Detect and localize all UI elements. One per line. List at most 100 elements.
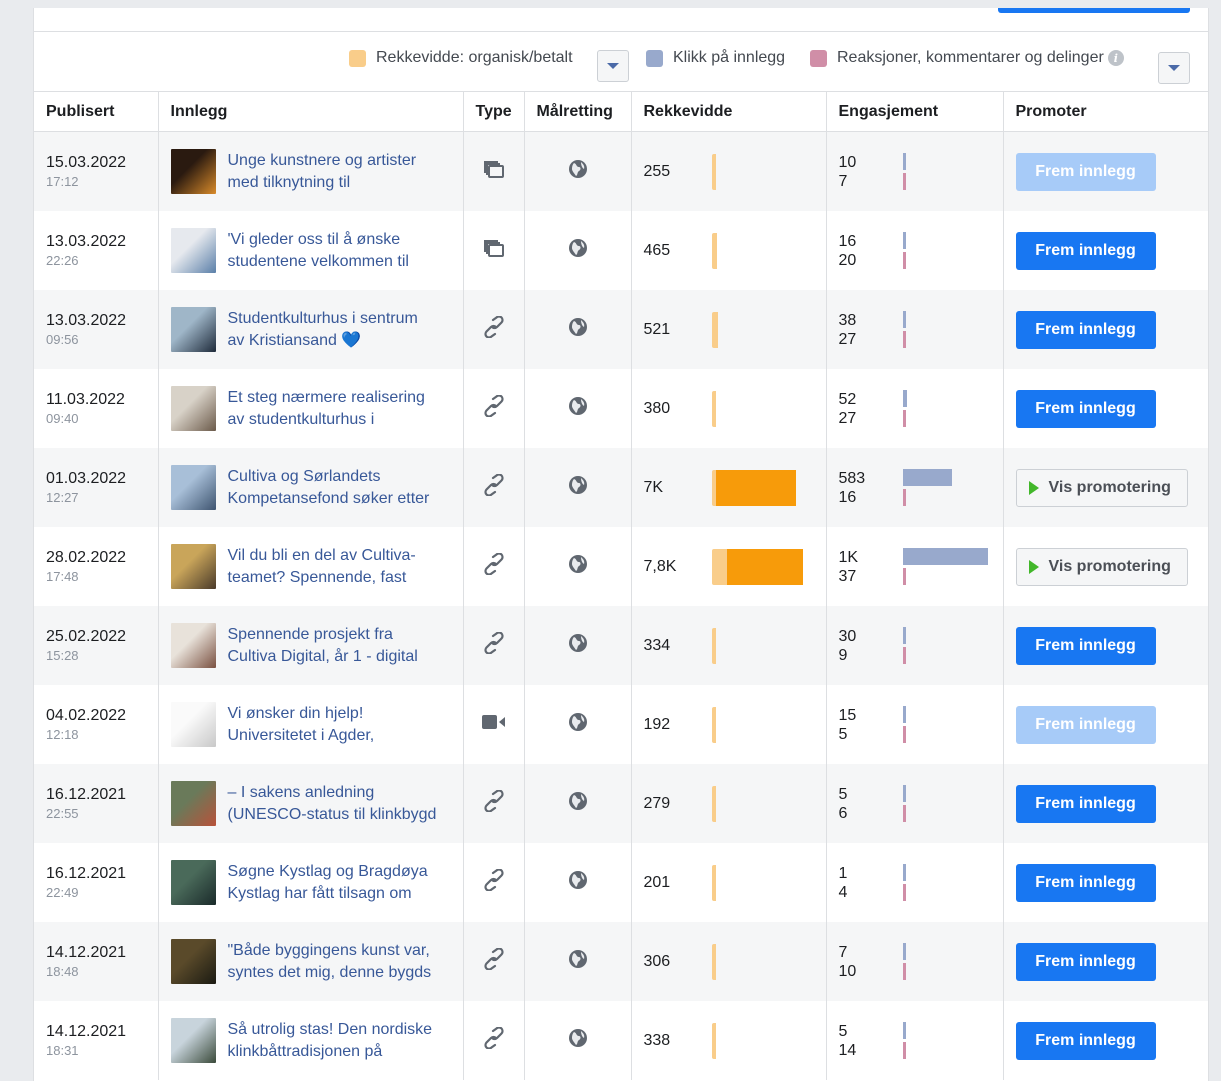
globe-icon[interactable] (568, 792, 588, 815)
boost-post-button[interactable]: Frem innlegg (1015, 231, 1156, 270)
promote-cell: Vis promotering (1003, 448, 1208, 527)
post-thumbnail[interactable] (170, 386, 216, 431)
targeting-cell (524, 606, 632, 685)
view-promotion-label: Vis promotering (1048, 478, 1171, 496)
post-cell[interactable]: Så utrolig stas! Den nordiske klinkbåttr… (158, 1001, 464, 1080)
play-icon (1028, 559, 1039, 574)
post-link[interactable]: Et steg nærmere realisering av studentku… (228, 387, 425, 431)
boost-post-button[interactable]: Frem innlegg (1015, 389, 1156, 428)
post-thumbnail[interactable] (170, 149, 216, 194)
globe-icon[interactable] (568, 555, 588, 578)
header-engagement[interactable]: Engasjement (826, 91, 1004, 132)
boost-post-button[interactable]: Frem innlegg (1015, 942, 1156, 981)
clicks-bar (902, 942, 906, 960)
post-thumbnail[interactable] (170, 1018, 216, 1063)
globe-icon[interactable] (568, 1029, 588, 1052)
globe-icon[interactable] (568, 160, 588, 183)
post-thumbnail[interactable] (170, 860, 216, 905)
globe-icon[interactable] (568, 318, 588, 341)
boost-post-button[interactable]: Frem innlegg (1015, 863, 1156, 902)
post-cell[interactable]: "Både byggingens kunst var, syntes det m… (158, 922, 464, 1001)
post-text-line-2: Cultiva Digital, år 1 - digital (227, 647, 418, 665)
post-cell[interactable]: Søgne Kystlag og Bragdøya Kystlag har få… (158, 843, 464, 922)
post-thumbnail[interactable] (170, 465, 216, 510)
post-link[interactable]: "Både byggingens kunst var, syntes det m… (228, 940, 432, 984)
globe-icon[interactable] (568, 871, 588, 894)
post-link[interactable]: Cultiva og Sørlandets Kompetansefond søk… (228, 466, 430, 510)
header-promote[interactable]: Promoter (1003, 91, 1208, 132)
header-published[interactable]: Publisert (34, 91, 159, 132)
table-row: 16.12.2021 22:55 – I sakens anledning (U… (34, 764, 1208, 843)
link-icon (483, 315, 504, 342)
post-link[interactable]: – I sakens anledning (UNESCO-status til … (228, 782, 437, 826)
post-thumbnail[interactable] (170, 228, 216, 273)
globe-icon[interactable] (568, 634, 588, 657)
boost-post-button[interactable]: Frem innlegg (1015, 1021, 1156, 1060)
type-cell (463, 606, 525, 685)
info-icon[interactable]: i (1107, 50, 1124, 66)
post-link[interactable]: Unge kunstnere og artister med tilknytni… (228, 150, 417, 194)
header-reach[interactable]: Rekkevidde (631, 91, 827, 132)
post-thumbnail[interactable] (170, 307, 216, 352)
post-cell[interactable]: Vil du bli en del av Cultiva- teamet? Sp… (158, 527, 464, 606)
post-thumbnail[interactable] (170, 781, 216, 826)
post-cell[interactable]: Spennende prosjekt fra Cultiva Digital, … (158, 606, 464, 685)
post-cell[interactable]: Et steg nærmere realisering av studentku… (158, 369, 464, 448)
engagement-metric-dropdown[interactable] (1158, 52, 1190, 84)
view-promotion-button[interactable]: Vis promotering (1015, 468, 1188, 507)
post-thumbnail[interactable] (170, 702, 216, 747)
boost-post-button[interactable]: Frem innlegg (1015, 626, 1156, 665)
globe-icon[interactable] (568, 476, 588, 499)
boost-post-button[interactable]: Frem innlegg (1015, 784, 1156, 823)
globe-icon[interactable] (568, 713, 588, 736)
reach-bar (711, 706, 804, 743)
post-link[interactable]: Vil du bli en del av Cultiva- teamet? Sp… (228, 545, 416, 589)
globe-icon[interactable] (568, 950, 588, 973)
post-thumbnail[interactable] (170, 939, 216, 984)
post-cell[interactable]: – I sakens anledning (UNESCO-status til … (158, 764, 464, 843)
post-text-line-2: Kystlag har fått tilsagn om (227, 884, 412, 902)
post-link[interactable]: Studentkulturhus i sentrum av Kristiansa… (228, 308, 418, 352)
promote-cell: Frem innlegg (1003, 685, 1208, 764)
boost-post-button[interactable]: Frem innlegg (1015, 705, 1156, 744)
reach-metric-dropdown[interactable] (597, 50, 629, 82)
post-link[interactable]: Så utrolig stas! Den nordiske klinkbåttr… (228, 1019, 433, 1063)
post-cell[interactable]: 'Vi gleder oss til å ønske studentene ve… (158, 211, 464, 290)
post-cell[interactable]: Vi ønsker din hjelp! Universitetet i Agd… (158, 685, 464, 764)
header-post[interactable]: Innlegg (158, 91, 464, 132)
boost-post-button[interactable]: Frem innlegg (1015, 310, 1156, 349)
engagement-bars (902, 468, 991, 507)
post-link[interactable]: 'Vi gleder oss til å ønske studentene ve… (228, 229, 409, 273)
promote-cell: Vis promotering (1003, 527, 1208, 606)
reach-bar-organic (711, 1022, 716, 1059)
post-thumbnail[interactable] (170, 623, 216, 668)
type-cell (463, 290, 525, 369)
targeting-cell (524, 1001, 632, 1080)
post-link[interactable]: Vi ønsker din hjelp! Universitetet i Agd… (228, 703, 375, 747)
type-cell (463, 1001, 525, 1080)
link-icon (483, 789, 504, 816)
post-thumbnail[interactable] (170, 544, 216, 589)
publish-time: 22:26 (46, 252, 79, 268)
reach-bar-paid (726, 548, 804, 585)
reactions-value: 5 (838, 725, 848, 743)
reactions-swatch (810, 49, 827, 67)
view-promotion-button[interactable]: Vis promotering (1015, 547, 1188, 586)
post-link[interactable]: Søgne Kystlag og Bragdøya Kystlag har få… (228, 861, 428, 905)
clicks-value: 5 (838, 1022, 848, 1040)
reach-cell: 7,8K (631, 527, 827, 606)
reactions-value: 10 (838, 962, 857, 980)
globe-icon[interactable] (568, 239, 588, 262)
post-cell[interactable]: Studentkulturhus i sentrum av Kristiansa… (158, 290, 464, 369)
table-row: 25.02.2022 15:28 Spennende prosjekt fra … (34, 606, 1208, 685)
post-cell[interactable]: Unge kunstnere og artister med tilknytni… (158, 131, 464, 211)
globe-icon[interactable] (568, 397, 588, 420)
top-action-button[interactable] (998, 8, 1190, 13)
post-cell[interactable]: Cultiva og Sørlandets Kompetansefond søk… (158, 448, 464, 527)
post-link[interactable]: Spennende prosjekt fra Cultiva Digital, … (228, 624, 418, 668)
reactions-bar (902, 488, 906, 506)
header-type[interactable]: Type (463, 91, 525, 132)
targeting-cell (524, 211, 632, 290)
boost-post-button[interactable]: Frem innlegg (1015, 152, 1156, 191)
header-targeting[interactable]: Målretting (524, 91, 632, 132)
